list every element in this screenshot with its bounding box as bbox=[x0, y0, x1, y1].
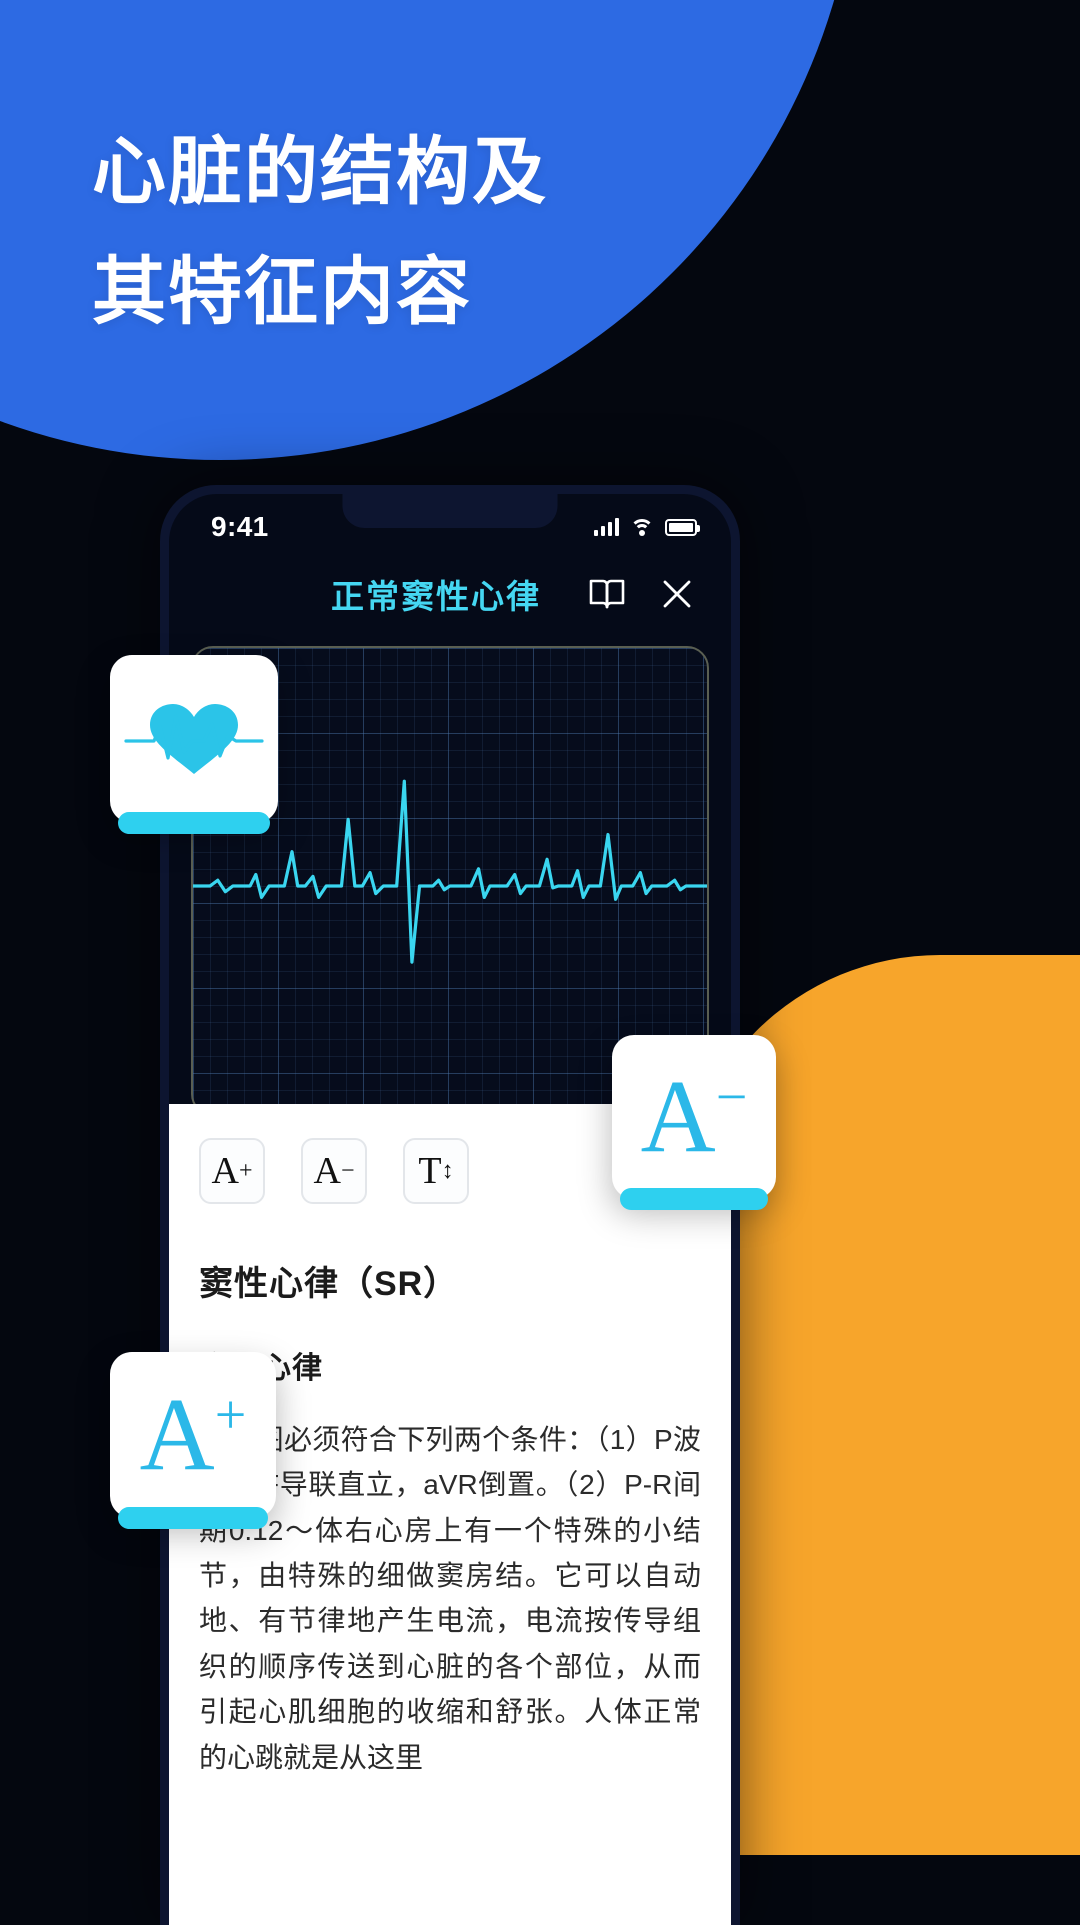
app-title: 正常窦性心律 bbox=[331, 578, 541, 615]
phone-notch bbox=[342, 494, 558, 528]
status-time: 9:41 bbox=[211, 511, 269, 542]
font-decrease-glyph: A bbox=[313, 1150, 341, 1192]
book-icon[interactable] bbox=[587, 574, 627, 614]
font-decrease-card-glyph: A− bbox=[641, 1065, 748, 1169]
status-icons bbox=[594, 518, 700, 536]
font-increase-card[interactable]: A+ bbox=[110, 1352, 276, 1529]
article-heading-primary: 窦性心律（SR） bbox=[199, 1265, 459, 1303]
wifi-icon bbox=[630, 518, 654, 536]
app-header: 正常窦性心律 bbox=[169, 552, 731, 634]
close-icon[interactable] bbox=[657, 574, 697, 614]
font-increase-card-sup: + bbox=[214, 1384, 247, 1447]
font-decrease-card[interactable]: A− bbox=[612, 1035, 776, 1210]
font-decrease-button[interactable]: A − bbox=[301, 1138, 367, 1204]
page-title-line-2: 其特征内容 bbox=[92, 249, 472, 333]
line-spacing-glyph: T bbox=[418, 1150, 442, 1192]
page-title: 心脏的结构及 其特征内容 bbox=[92, 112, 548, 352]
cellular-signal-icon bbox=[594, 518, 619, 536]
page-title-line-1: 心脏的结构及 bbox=[92, 130, 548, 213]
font-increase-card-letter: A bbox=[139, 1377, 215, 1492]
battery-full-icon bbox=[665, 518, 700, 536]
heart-pulse-icon bbox=[124, 704, 264, 774]
heart-ecg-card[interactable] bbox=[110, 655, 278, 834]
header-actions bbox=[587, 574, 697, 614]
font-increase-glyph: A bbox=[211, 1150, 239, 1192]
line-spacing-button[interactable]: T ↕ bbox=[403, 1138, 469, 1204]
font-increase-button[interactable]: A + bbox=[199, 1138, 265, 1204]
font-decrease-card-letter: A bbox=[640, 1059, 716, 1174]
font-increase-card-glyph: A+ bbox=[140, 1383, 247, 1487]
font-decrease-card-sup: − bbox=[715, 1066, 748, 1129]
